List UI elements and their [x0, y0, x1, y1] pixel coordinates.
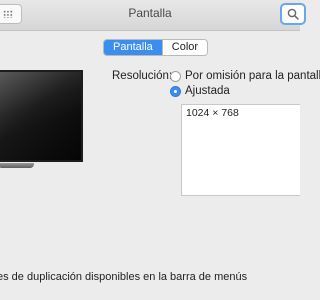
- title-bar: Pantalla: [0, 0, 306, 31]
- display-stand: [0, 163, 34, 168]
- radio-button[interactable]: [170, 70, 181, 82]
- tab-pantalla[interactable]: Pantalla: [104, 40, 162, 55]
- radio-default-option[interactable]: Por omisión para la pantalla: [170, 69, 320, 83]
- list-item[interactable]: 1024 × 768: [182, 105, 300, 121]
- mirroring-options-text: es de duplicación disponibles en la barr…: [0, 271, 248, 283]
- tab-bar: Pantalla Color: [103, 39, 209, 56]
- resolution-label: Resolución:: [112, 70, 173, 82]
- resolution-list[interactable]: 1024 × 768: [181, 104, 300, 196]
- search-icon: [287, 8, 299, 20]
- radio-button-selected[interactable]: [170, 85, 181, 97]
- radio-label: Ajustada: [185, 85, 230, 97]
- display-glare: [0, 72, 81, 160]
- search-button[interactable]: [280, 3, 306, 25]
- display-preview: [0, 70, 83, 162]
- radio-label: Por omisión para la pantalla: [185, 70, 320, 82]
- tab-color[interactable]: Color: [161, 40, 208, 55]
- window-title: Pantalla: [128, 6, 172, 20]
- radio-scaled-option[interactable]: Ajustada: [170, 84, 230, 98]
